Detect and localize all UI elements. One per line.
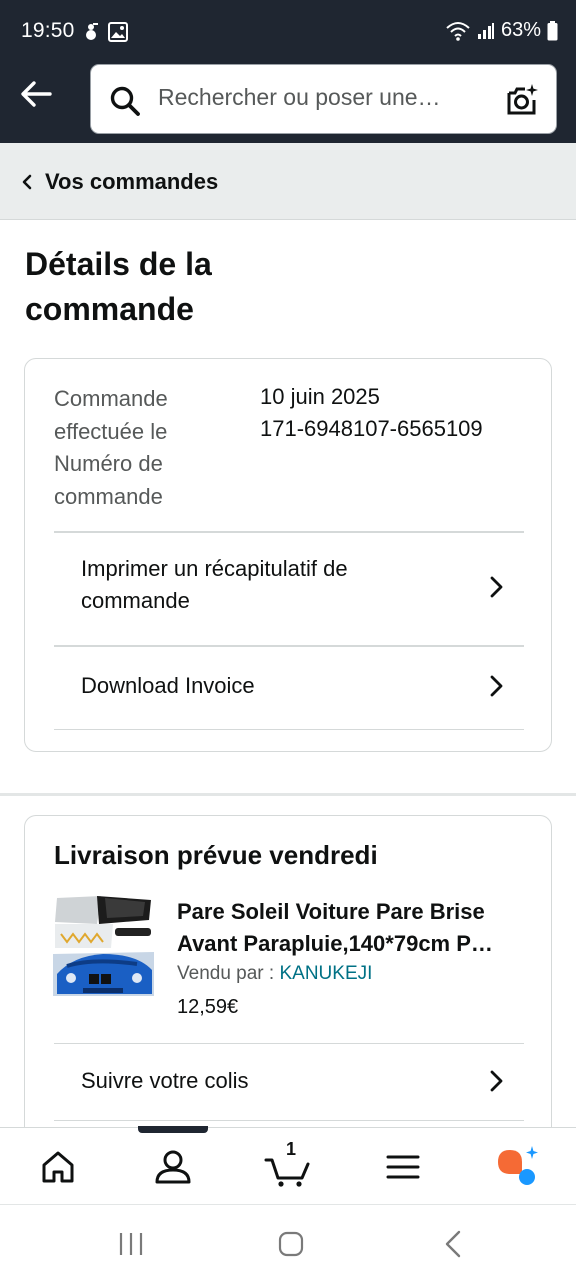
section-separator	[0, 793, 576, 796]
order-placed-label: Commande effectuée le	[54, 386, 168, 444]
product-thumbnail	[53, 894, 154, 998]
download-invoice-label: Download Invoice	[81, 673, 255, 698]
chevron-right-icon	[490, 576, 503, 598]
camera-search-icon[interactable]	[504, 82, 540, 118]
seller-link[interactable]: KANUKEJI	[279, 963, 372, 984]
back-icon[interactable]	[439, 1229, 469, 1259]
order-meta-labels: Commande effectuée le Numéro de commande	[54, 383, 244, 513]
recents-icon[interactable]	[116, 1229, 146, 1259]
divider	[54, 729, 524, 730]
cart-count: 1	[286, 1139, 297, 1159]
chevron-right-icon	[490, 1070, 503, 1092]
status-notification-icons	[82, 22, 128, 42]
bottom-nav: 1	[0, 1126, 576, 1203]
sold-by: Vendu par : KANUKEJI	[177, 963, 372, 985]
sold-by-label: Vendu par :	[177, 963, 275, 984]
back-arrow-icon[interactable]	[16, 75, 56, 115]
status-right: 63%	[445, 19, 558, 42]
order-placed-value: 10 juin 2025	[260, 384, 380, 409]
assistant-icon[interactable]	[494, 1144, 540, 1190]
header: Rechercher ou poser une…	[0, 62, 576, 143]
battery-icon	[547, 20, 558, 40]
search-icon	[110, 86, 140, 116]
shipment-card: Livraison prévue vendredi Pare Soleil Vo…	[24, 815, 552, 1155]
order-meta-values: 10 juin 2025 171-6948107-6565109	[260, 381, 483, 445]
divider	[54, 1120, 524, 1121]
menu-icon[interactable]	[380, 1144, 426, 1190]
product-title[interactable]: Pare Soleil Voiture Pare Brise Avant Par…	[177, 896, 527, 960]
order-number-value: 171-6948107-6565109	[260, 416, 483, 441]
home-icon[interactable]	[35, 1144, 81, 1190]
status-bar: 19:50 63%	[0, 0, 576, 62]
signal-icon	[477, 22, 494, 39]
status-time: 19:50	[21, 19, 75, 42]
battery-percent: 63%	[500, 19, 541, 41]
product-image[interactable]	[53, 894, 154, 998]
track-package-link[interactable]: Suivre votre colis	[54, 1044, 524, 1120]
search-placeholder: Rechercher ou poser une…	[158, 84, 441, 110]
chevron-left-icon	[22, 174, 32, 190]
system-nav	[0, 1204, 576, 1280]
order-details-card: Commande effectuée le Numéro de commande…	[24, 358, 552, 752]
search-input[interactable]: Rechercher ou poser une…	[90, 64, 557, 134]
home-button-icon[interactable]	[276, 1229, 306, 1259]
product-price: 12,59€	[177, 996, 239, 1018]
active-tab-indicator	[138, 1126, 208, 1133]
track-package-label: Suivre votre colis	[81, 1068, 249, 1093]
breadcrumb[interactable]: Vos commandes	[0, 143, 576, 220]
order-number-label: Numéro de commande	[54, 451, 163, 509]
page-title: Détails de la commande	[25, 246, 212, 327]
delivery-title: Livraison prévue vendredi	[54, 840, 378, 870]
gallery-icon	[108, 22, 128, 42]
breadcrumb-label: Vos commandes	[45, 169, 219, 194]
print-summary-label: Imprimer un récapitulatif de commande	[81, 556, 348, 613]
download-invoice-link[interactable]: Download Invoice	[54, 647, 524, 729]
notification-icon	[86, 23, 98, 40]
print-summary-link[interactable]: Imprimer un récapitulatif de commande	[54, 533, 524, 645]
account-icon[interactable]	[150, 1144, 196, 1190]
chevron-right-icon	[490, 675, 503, 697]
wifi-icon	[446, 21, 470, 41]
